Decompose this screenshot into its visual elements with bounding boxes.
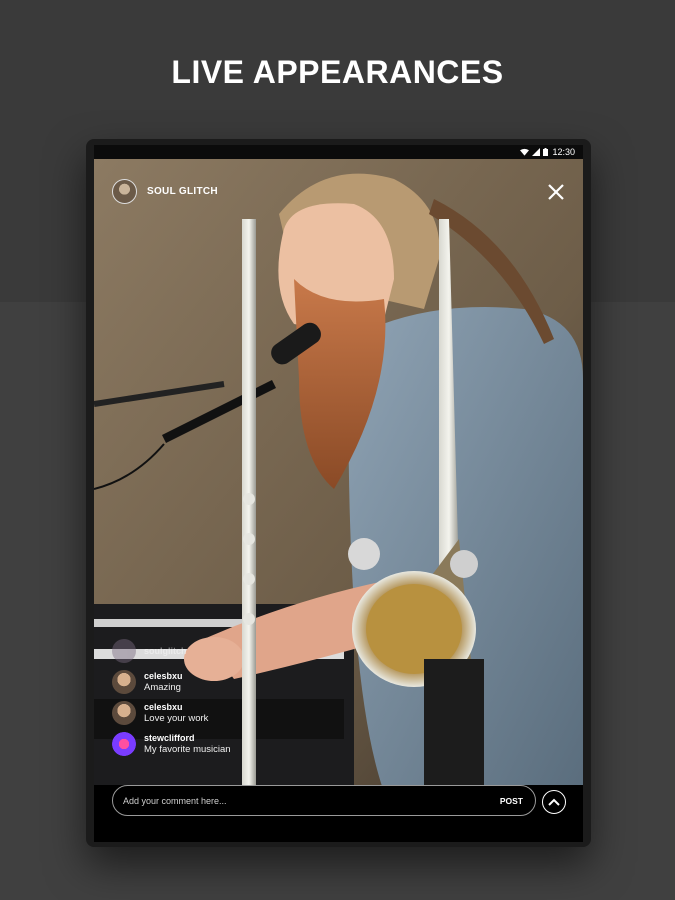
comment-message: Amazing [144,681,181,693]
comment-item: stewclifford My favorite musician [112,728,372,759]
comment-username: celesbxu [144,701,183,712]
comment-username: celesbxu [144,670,183,681]
close-button[interactable] [545,181,567,203]
host-avatar[interactable] [112,179,137,204]
post-button[interactable]: POST [500,796,523,806]
status-time: 12:30 [552,147,575,157]
commenter-avatar [112,731,136,756]
comment-feed: soulglitch celesbxu Amazing celesbxu Lov… [112,635,372,759]
page-headline: LIVE APPEARANCES [171,54,504,90]
comment-composer: POST [112,785,536,816]
comment-message: My favorite musician [144,743,231,755]
host-name: SOUL GLITCH [147,186,218,197]
close-icon [548,184,564,200]
commenter-avatar [112,700,136,725]
commenter-avatar [112,669,136,694]
comment-input[interactable] [123,795,453,806]
comment-item: celesbxu Amazing [112,666,372,697]
comment-message: Love your work [144,712,209,724]
comment-username: soulglitch [144,645,187,656]
status-bar: 12:30 [94,145,583,159]
host-info[interactable]: SOUL GLITCH [112,179,218,204]
chevron-up-icon [548,798,560,806]
wifi-icon [520,148,530,156]
live-stream-screen: 12:30 SOUL GLITCH soulglitch celesbxu Am… [94,145,583,842]
scroll-up-button[interactable] [542,790,566,814]
comment-username: stewclifford [144,732,195,743]
commenter-avatar [112,638,136,663]
comment-item: soulglitch [112,635,372,666]
battery-icon [543,148,549,156]
comment-item: celesbxu Love your work [112,697,372,728]
signal-icon [532,148,541,156]
